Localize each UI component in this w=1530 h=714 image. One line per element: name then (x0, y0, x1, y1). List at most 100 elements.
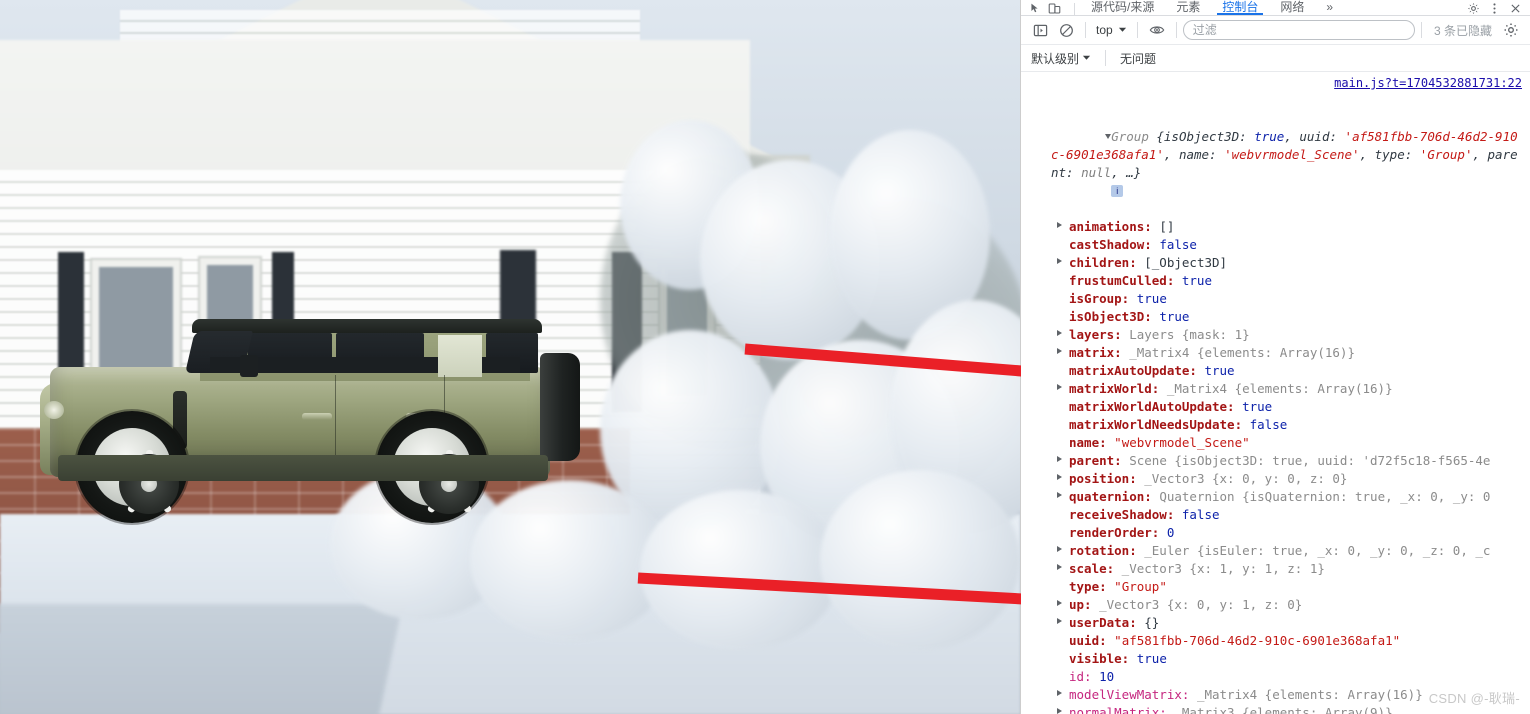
object-property-row[interactable]: quaternion: Quaternion {isQuaternion: tr… (1021, 488, 1530, 506)
property-value: true (1129, 651, 1167, 666)
object-property-row[interactable]: receiveShadow: false (1021, 506, 1530, 524)
property-value: true (1151, 309, 1190, 324)
execution-context-select[interactable]: top (1092, 21, 1131, 39)
object-property-row[interactable]: matrixWorldAutoUpdate: true (1021, 398, 1530, 416)
object-property-row[interactable]: name: "webvrmodel_Scene" (1021, 434, 1530, 452)
property-key: matrix: (1069, 345, 1122, 360)
console-sidebar-toggle-icon[interactable] (1027, 19, 1053, 41)
issues-status: 无问题 (1120, 51, 1157, 66)
source-link[interactable]: main.js?t=1704532881731:22 (1334, 76, 1522, 90)
object-property-row[interactable]: position: _Vector3 {x: 0, y: 0, z: 0} (1021, 470, 1530, 488)
expand-triangle-icon[interactable] (1057, 330, 1062, 336)
webgl-viewport[interactable] (0, 0, 1020, 714)
property-value: true (1234, 399, 1273, 414)
object-property-row[interactable]: animations: [] (1021, 218, 1530, 236)
console-settings-gear-icon[interactable] (1498, 19, 1524, 41)
expand-triangle-icon[interactable] (1057, 546, 1062, 552)
car-3d-model[interactable] (40, 305, 600, 550)
property-key: matrixWorldAutoUpdate: (1069, 399, 1235, 414)
object-property-row[interactable]: renderOrder: 0 (1021, 524, 1530, 542)
tab-more-overflow[interactable]: » (1315, 0, 1344, 15)
clear-console-icon[interactable] (1053, 19, 1079, 41)
property-key: id: (1069, 669, 1092, 684)
log-level-select[interactable]: 默认级别 (1031, 50, 1091, 67)
console-source-link-row: main.js?t=1704532881731:22 (1021, 72, 1530, 92)
logged-object-header[interactable]: Group {isObject3D: true, uuid: 'af581fbb… (1021, 92, 1530, 218)
object-property-row[interactable]: castShadow: false (1021, 236, 1530, 254)
object-property-row[interactable]: visible: true (1021, 650, 1530, 668)
object-property-row[interactable]: children: [_Object3D] (1021, 254, 1530, 272)
object-property-row[interactable]: parent: Scene {isObject3D: true, uuid: '… (1021, 452, 1530, 470)
object-property-row[interactable]: matrixWorldNeedsUpdate: false (1021, 416, 1530, 434)
expand-triangle-icon[interactable] (1057, 600, 1062, 606)
property-key: isGroup: (1069, 291, 1130, 306)
devtools-settings-gear-icon[interactable] (1467, 0, 1480, 15)
info-badge-icon[interactable]: i (1111, 185, 1124, 197)
property-value: Layers {mask: 1} (1121, 327, 1250, 342)
object-property-row[interactable]: matrixAutoUpdate: true (1021, 362, 1530, 380)
expand-triangle-icon[interactable] (1057, 690, 1062, 696)
devtools-close-icon[interactable] (1509, 0, 1522, 15)
car-side-panel (438, 335, 482, 377)
object-property-row[interactable]: type: "Group" (1021, 578, 1530, 596)
device-toolbar-icon[interactable] (1048, 0, 1061, 15)
object-property-row[interactable]: id: 10 (1021, 668, 1530, 686)
console-toolbar: top 3 条已隐藏 (1021, 16, 1530, 45)
property-key: children: (1069, 255, 1137, 270)
property-value: _Vector3 {x: 0, y: 0, z: 0} (1136, 471, 1348, 486)
tab-console[interactable]: 控制台 (1211, 0, 1269, 15)
property-value: Scene {isObject3D: true, uuid: 'd72f5c18… (1121, 453, 1491, 468)
live-expression-eye-icon[interactable] (1144, 19, 1170, 41)
tabstrip-divider (1074, 3, 1075, 15)
devtools-tab-actions (1459, 0, 1530, 15)
expand-triangle-icon[interactable] (1057, 222, 1062, 228)
object-property-row[interactable]: up: _Vector3 {x: 0, y: 1, z: 0} (1021, 596, 1530, 614)
object-property-row[interactable]: rotation: _Euler {isEuler: true, _x: 0, … (1021, 542, 1530, 560)
chevron-down-icon (1082, 51, 1091, 65)
property-key: visible: (1069, 651, 1130, 666)
car-spare-tire (540, 353, 580, 461)
console-level-bar: 默认级别 无问题 (1021, 45, 1530, 72)
log-level-value: 默认级别 (1031, 51, 1080, 66)
object-header-token: true (1254, 129, 1285, 144)
object-property-row[interactable]: isGroup: true (1021, 290, 1530, 308)
object-property-row[interactable]: matrixWorld: _Matrix4 {elements: Array(1… (1021, 380, 1530, 398)
tab-network[interactable]: 网络 (1269, 0, 1315, 15)
object-property-row[interactable]: frustumCulled: true (1021, 272, 1530, 290)
expand-toggle-icon[interactable] (1051, 110, 1112, 164)
property-value: true (1196, 363, 1235, 378)
chevron-down-icon (1118, 23, 1127, 37)
console-output[interactable]: main.js?t=1704532881731:22 Group {isObje… (1021, 72, 1530, 714)
object-property-row[interactable]: uuid: "af581fbb-706d-46d2-910c-6901e368a… (1021, 632, 1530, 650)
expand-triangle-icon[interactable] (1057, 474, 1062, 480)
tab-sources[interactable]: 源代码/来源 (1080, 0, 1165, 15)
property-key: uuid: (1069, 633, 1107, 648)
object-property-row[interactable]: isObject3D: true (1021, 308, 1530, 326)
expand-triangle-icon[interactable] (1057, 492, 1062, 498)
inspect-element-icon[interactable] (1029, 0, 1042, 15)
property-key: matrixWorldNeedsUpdate: (1069, 417, 1243, 432)
object-property-row[interactable]: userData: {} (1021, 614, 1530, 632)
devtools-more-menu-icon[interactable] (1488, 0, 1501, 15)
expand-triangle-icon[interactable] (1057, 384, 1062, 390)
screenshot-root: 源代码/来源 元素 控制台 网络 » top 过滤 3 条已隐藏 默认级别 无问… (0, 0, 1530, 714)
expand-triangle-icon[interactable] (1057, 456, 1062, 462)
expand-triangle-icon[interactable] (1057, 708, 1062, 714)
object-property-row[interactable]: layers: Layers {mask: 1} (1021, 326, 1530, 344)
object-property-row[interactable]: matrix: _Matrix4 {elements: Array(16)} (1021, 344, 1530, 362)
property-key: userData: (1069, 615, 1137, 630)
car-rocker-panel (58, 455, 548, 481)
object-header-token: 'Group' (1419, 147, 1473, 162)
csdn-watermark: CSDN @-耿瑞- (1428, 691, 1520, 706)
expand-triangle-icon[interactable] (1057, 618, 1062, 624)
expand-triangle-icon[interactable] (1057, 564, 1062, 570)
expand-triangle-icon[interactable] (1057, 348, 1062, 354)
property-value: _Matrix4 {elements: Array(16)} (1121, 345, 1355, 360)
expand-triangle-icon[interactable] (1057, 258, 1062, 264)
property-value: false (1174, 507, 1220, 522)
object-property-row[interactable]: scale: _Vector3 {x: 1, y: 1, z: 1} (1021, 560, 1530, 578)
devtools-tabstrip: 源代码/来源 元素 控制台 网络 » (1021, 0, 1530, 16)
tab-elements[interactable]: 元素 (1165, 0, 1211, 15)
console-filter-input[interactable] (1182, 20, 1415, 40)
property-value: _Euler {isEuler: true, _x: 0, _y: 0, _z:… (1136, 543, 1491, 558)
